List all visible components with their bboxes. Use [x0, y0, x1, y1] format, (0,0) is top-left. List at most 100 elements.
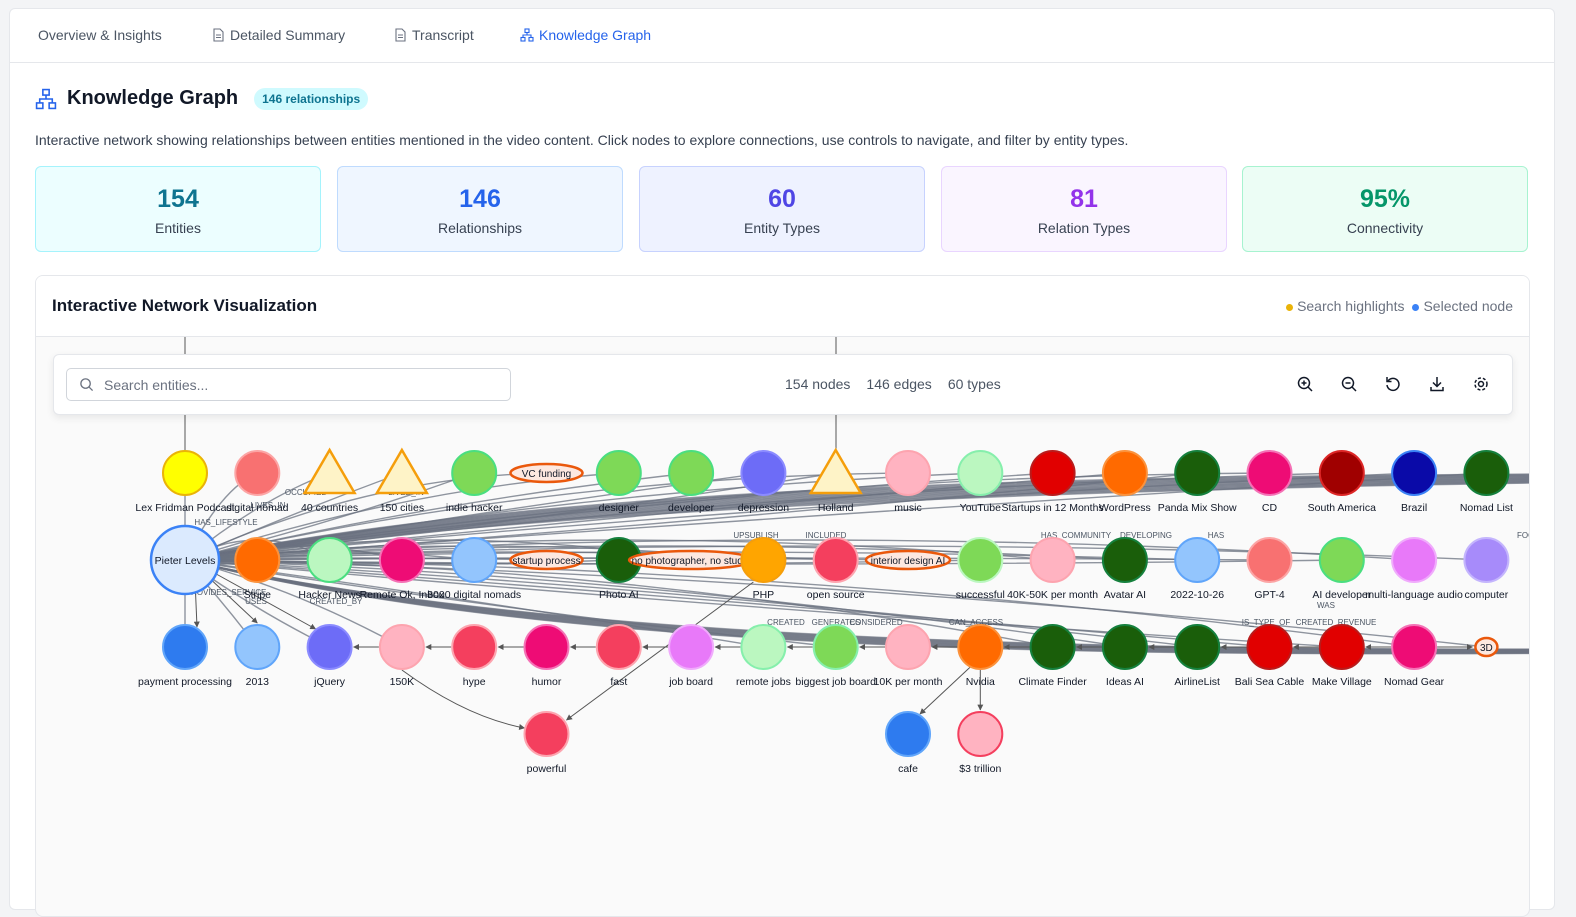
settings-icon[interactable] — [1472, 375, 1490, 393]
node-wp[interactable] — [1101, 450, 1148, 496]
document-icon — [213, 28, 224, 42]
tab-overview[interactable]: Overview & Insights — [38, 27, 162, 43]
node-pp[interactable] — [162, 624, 208, 670]
node-mla[interactable] — [1391, 537, 1438, 583]
document-icon — [395, 28, 406, 42]
search-input[interactable] — [102, 375, 486, 394]
node-label: humor — [532, 676, 562, 688]
page-header: Knowledge Graph 146 relationships — [35, 87, 369, 110]
node-label: hype — [463, 676, 486, 688]
node-label: Stripe — [244, 589, 272, 601]
node-jb[interactable] — [668, 624, 715, 670]
reset-icon[interactable] — [1384, 375, 1402, 393]
download-icon[interactable] — [1428, 375, 1446, 393]
zoom-in-icon[interactable] — [1296, 375, 1314, 393]
node-iai[interactable] — [1101, 624, 1148, 670]
node-label: 3000 digital nomads — [427, 589, 521, 601]
search-dot-icon — [1286, 304, 1294, 311]
stat-value: 146 — [459, 185, 501, 213]
stat-label: Entity Types — [743, 220, 820, 236]
relationships-badge: 146 relationships — [254, 87, 369, 110]
node-hype[interactable] — [451, 624, 498, 670]
tab-label: Detailed Summary — [230, 27, 346, 43]
node-s12[interactable] — [1029, 450, 1076, 496]
node-hol[interactable] — [808, 447, 863, 495]
app-frame: Overview & Insights Detailed Summary Tra… — [9, 8, 1555, 917]
edge — [919, 666, 971, 715]
node-yt[interactable] — [957, 450, 1004, 496]
node-label: 40 countries — [301, 502, 358, 514]
node-php[interactable] — [740, 537, 787, 583]
tab-detailed-summary[interactable]: Detailed Summary — [211, 27, 345, 43]
node-label: Pieter Levels — [155, 555, 216, 567]
node-count: 154 nodes — [785, 376, 851, 392]
graph-canvas[interactable]: OCCUPIEDLIVED_INLIVES_INHAS_LIFESTYLEPRO… — [36, 337, 1529, 916]
stat-card-connectivity: 95% Connectivity — [1242, 166, 1528, 252]
node-label: 150 cities — [380, 502, 424, 514]
tab-label: Transcript — [412, 27, 474, 43]
node-des[interactable] — [595, 450, 642, 496]
stat-label: Relation Types — [1037, 220, 1131, 236]
node-dev[interactable] — [668, 450, 715, 496]
node-succ[interactable] — [957, 537, 1004, 583]
node-mv[interactable] — [1318, 624, 1365, 670]
node-nl[interactable] — [1463, 450, 1510, 496]
node-rj[interactable] — [740, 624, 787, 670]
node-d22[interactable] — [1174, 537, 1221, 583]
node-rml[interactable] — [378, 537, 425, 583]
node-dn[interactable] — [234, 450, 281, 496]
search-box[interactable] — [66, 368, 511, 401]
node-nv[interactable] — [957, 624, 1004, 670]
node-mus[interactable] — [885, 450, 931, 496]
node-label: interior design AI — [871, 556, 946, 567]
node-k3[interactable] — [451, 537, 498, 583]
node-cafe[interactable] — [885, 711, 931, 757]
node-pow[interactable] — [523, 711, 570, 757]
node-label: AI developer — [1312, 589, 1371, 601]
node-label: depression — [738, 502, 790, 514]
node-label: fast — [610, 676, 627, 688]
node-comp[interactable] — [1463, 537, 1510, 583]
node-label: CD — [1262, 502, 1278, 514]
stat-value: 81 — [1070, 185, 1098, 213]
node-k150[interactable] — [378, 624, 425, 670]
node-y13[interactable] — [234, 624, 281, 670]
node-aid[interactable] — [1318, 537, 1365, 583]
node-aai[interactable] — [1101, 537, 1148, 583]
node-t3[interactable] — [957, 711, 1004, 757]
tab-knowledge-graph[interactable]: Knowledge Graph — [520, 27, 651, 43]
node-stripe[interactable] — [234, 537, 281, 583]
node-os[interactable] — [812, 537, 859, 583]
node-cd[interactable] — [1246, 450, 1293, 496]
node-c40[interactable] — [302, 447, 357, 495]
graph-toolbar: 154 nodes 146 edges 60 types — [53, 354, 1513, 415]
stat-value: 60 — [768, 185, 796, 213]
node-label: Climate Finder — [1018, 676, 1087, 688]
node-k10[interactable] — [885, 624, 931, 670]
node-hum[interactable] — [523, 624, 570, 670]
tab-transcript[interactable]: Transcript — [393, 27, 474, 43]
node-fast[interactable] — [595, 624, 642, 670]
node-ih[interactable] — [451, 450, 498, 496]
node-bsc[interactable] — [1246, 624, 1293, 670]
node-cf[interactable] — [1029, 624, 1076, 670]
node-al[interactable] — [1174, 624, 1221, 670]
node-k40[interactable] — [1029, 537, 1076, 583]
network-graph[interactable]: OCCUPIEDLIVED_INLIVES_INHAS_LIFESTYLEPRO… — [36, 337, 1529, 916]
node-bjb[interactable] — [812, 624, 859, 670]
node-gpt[interactable] — [1246, 537, 1293, 583]
node-label: Nvidia — [966, 676, 995, 688]
node-hn[interactable] — [306, 537, 353, 583]
node-br[interactable] — [1391, 450, 1438, 496]
node-ng[interactable] — [1391, 624, 1438, 670]
zoom-out-icon[interactable] — [1340, 375, 1358, 393]
node-dep[interactable] — [740, 450, 787, 496]
node-pm[interactable] — [1174, 450, 1221, 496]
node-c150[interactable] — [374, 447, 430, 495]
node-label: no photographer, no studio — [632, 556, 751, 567]
node-label: developer — [668, 502, 715, 514]
node-label: South America — [1308, 502, 1376, 514]
node-jq[interactable] — [306, 624, 353, 670]
node-sa[interactable] — [1318, 450, 1365, 496]
node-lex[interactable] — [162, 450, 208, 496]
